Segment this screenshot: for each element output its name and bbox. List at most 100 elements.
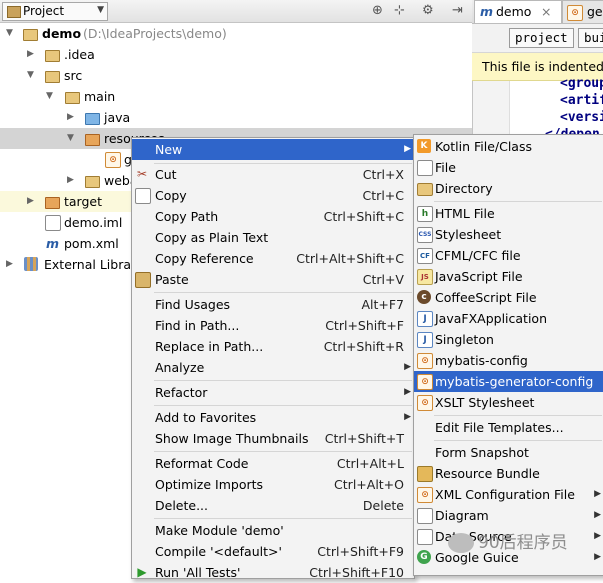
submenu-item-singleton[interactable]: J Singleton	[414, 329, 603, 350]
folder-icon	[85, 176, 100, 188]
menu-item-analyze[interactable]: Analyze ▶	[132, 357, 414, 378]
breadcrumb-build[interactable]: bui	[578, 28, 603, 48]
submenu-item-mybatis-config[interactable]: ⊙ mybatis-config	[414, 350, 603, 371]
expand-arrow-icon[interactable]: ▶	[6, 254, 13, 275]
menu-label: Copy Path	[155, 209, 219, 224]
submenu-item-javascript[interactable]: JS JavaScript File	[414, 266, 603, 287]
submenu-item-html[interactable]: h HTML File	[414, 203, 603, 224]
submenu-arrow-icon: ▶	[404, 412, 411, 422]
menu-label: Copy Reference	[155, 251, 254, 266]
menu-label: Stylesheet	[435, 227, 502, 242]
breadcrumb-project[interactable]: project	[509, 28, 574, 48]
tab-demo[interactable]: m demo ×	[474, 0, 562, 23]
menu-shortcut: Ctrl+V	[362, 272, 404, 287]
submenu-item-javafx[interactable]: J JavaFXApplication	[414, 308, 603, 329]
submenu-item-file[interactable]: File	[414, 157, 603, 178]
expand-arrow-icon[interactable]: ▶	[27, 191, 34, 212]
tab-generator[interactable]: ⊙ ger	[562, 0, 603, 23]
java-class-icon: J	[417, 332, 433, 348]
xml-icon: ⊙	[417, 353, 433, 369]
menu-divider	[154, 380, 412, 381]
expand-arrow-icon[interactable]: ▼	[46, 86, 53, 107]
submenu-item-edit-templates[interactable]: Edit File Templates...	[414, 417, 603, 438]
menu-item-copy-plain-text[interactable]: Copy as Plain Text	[132, 227, 414, 248]
watermark: 90后程序员	[448, 528, 603, 558]
menu-label: Show Image Thumbnails	[155, 431, 309, 446]
tree-path: (D:\IdeaProjects\demo)	[83, 26, 227, 41]
menu-item-copy[interactable]: Copy Ctrl+C	[132, 185, 414, 206]
tree-label: demo	[42, 26, 82, 41]
maven-icon: m	[480, 4, 494, 19]
submenu-item-xslt[interactable]: ⊙ XSLT Stylesheet	[414, 392, 603, 413]
wechat-icon	[448, 533, 474, 553]
tree-node-idea[interactable]: ▶ .idea	[0, 44, 472, 65]
menu-item-cut[interactable]: ✂ Cut Ctrl+X	[132, 164, 414, 185]
project-panel-title: Project	[23, 4, 65, 18]
submenu-item-directory[interactable]: Directory	[414, 178, 603, 199]
menu-item-run-all-tests[interactable]: ▶ Run 'All Tests' Ctrl+Shift+F10	[132, 562, 414, 583]
gear-icon[interactable]: ⚙	[422, 3, 434, 18]
menu-label: Diagram	[435, 508, 489, 523]
menu-item-show-image-thumbnails[interactable]: Show Image Thumbnails Ctrl+Shift+T	[132, 428, 414, 449]
xml-file-icon: ⊙	[567, 5, 583, 21]
submenu-item-stylesheet[interactable]: CSS Stylesheet	[414, 224, 603, 245]
menu-item-paste[interactable]: Paste Ctrl+V	[132, 269, 414, 290]
menu-item-add-to-favorites[interactable]: Add to Favorites ▶	[132, 407, 414, 428]
expand-arrow-icon[interactable]: ▼	[6, 23, 13, 44]
hide-icon[interactable]: ⇥	[452, 3, 463, 18]
submenu-item-cfml[interactable]: CF CFML/CFC file	[414, 245, 603, 266]
menu-item-find-in-path[interactable]: Find in Path... Ctrl+Shift+F	[132, 315, 414, 336]
editor-tabs: m demo × ⊙ ger	[472, 0, 603, 24]
source-folder-icon	[85, 113, 100, 125]
menu-label: Singleton	[435, 332, 494, 347]
menu-item-make-module[interactable]: Make Module 'demo'	[132, 520, 414, 541]
target-icon[interactable]: ⊕	[372, 3, 383, 18]
menu-shortcut: Ctrl+Shift+F	[325, 318, 404, 333]
expand-arrow-icon[interactable]: ▶	[67, 170, 74, 191]
split-icon[interactable]: ⊹	[394, 3, 405, 18]
menu-item-new[interactable]: New ▶	[132, 139, 414, 160]
folder-icon	[45, 50, 60, 62]
xslt-icon: ⊙	[417, 395, 433, 411]
menu-item-reformat-code[interactable]: Reformat Code Ctrl+Alt+L	[132, 453, 414, 474]
menu-item-find-usages[interactable]: Find Usages Alt+F7	[132, 294, 414, 315]
menu-label: Find Usages	[155, 297, 231, 312]
submenu-item-kotlin[interactable]: K Kotlin File/Class	[414, 136, 603, 157]
submenu-item-coffeescript[interactable]: c CoffeeScript File	[414, 287, 603, 308]
datasource-icon	[417, 529, 433, 545]
submenu-item-resource-bundle[interactable]: Resource Bundle	[414, 463, 603, 484]
submenu-item-xml-configuration[interactable]: ⊙ XML Configuration File ▶	[414, 484, 603, 505]
tree-node-demo[interactable]: ▼ demo (D:\IdeaProjects\demo)	[0, 23, 472, 44]
menu-item-copy-path[interactable]: Copy Path Ctrl+Shift+C	[132, 206, 414, 227]
expand-arrow-icon[interactable]: ▶	[67, 107, 74, 128]
submenu-item-mybatis-generator-config[interactable]: ⊙ mybatis-generator-config	[414, 371, 603, 392]
new-submenu: K Kotlin File/Class File Directory h HTM…	[413, 134, 603, 576]
submenu-item-form-snapshot[interactable]: Form Snapshot	[414, 442, 603, 463]
expand-arrow-icon[interactable]: ▶	[27, 44, 34, 65]
menu-item-compile[interactable]: Compile '<default>' Ctrl+Shift+F9	[132, 541, 414, 562]
expand-arrow-icon[interactable]: ▼	[27, 65, 34, 86]
expand-arrow-icon[interactable]: ▼	[67, 128, 74, 149]
kotlin-icon: K	[417, 139, 431, 153]
menu-label: Compile '<default>'	[155, 544, 282, 559]
close-icon[interactable]: ×	[541, 1, 551, 23]
xml-file-icon: ⊙	[105, 152, 121, 168]
tree-node-main[interactable]: ▼ main	[0, 86, 472, 107]
menu-divider	[154, 405, 412, 406]
submenu-item-diagram[interactable]: Diagram ▶	[414, 505, 603, 526]
tree-node-java[interactable]: ▶ java	[0, 107, 472, 128]
tree-label: .idea	[64, 47, 95, 62]
menu-item-copy-reference[interactable]: Copy Reference Ctrl+Alt+Shift+C	[132, 248, 414, 269]
menu-item-refactor[interactable]: Refactor ▶	[132, 382, 414, 403]
menu-label: JavaFXApplication	[435, 311, 547, 326]
tree-node-src[interactable]: ▼ src	[0, 65, 472, 86]
project-view-selector[interactable]: Project ▼	[2, 2, 108, 21]
menu-item-optimize-imports[interactable]: Optimize Imports Ctrl+Alt+O	[132, 474, 414, 495]
menu-item-replace-in-path[interactable]: Replace in Path... Ctrl+Shift+R	[132, 336, 414, 357]
diagram-icon	[417, 508, 433, 524]
folder-icon	[417, 183, 433, 196]
menu-item-delete[interactable]: Delete... Delete	[132, 495, 414, 516]
menu-label: Find in Path...	[155, 318, 240, 333]
submenu-arrow-icon: ▶	[594, 510, 601, 520]
library-icon	[24, 257, 38, 271]
